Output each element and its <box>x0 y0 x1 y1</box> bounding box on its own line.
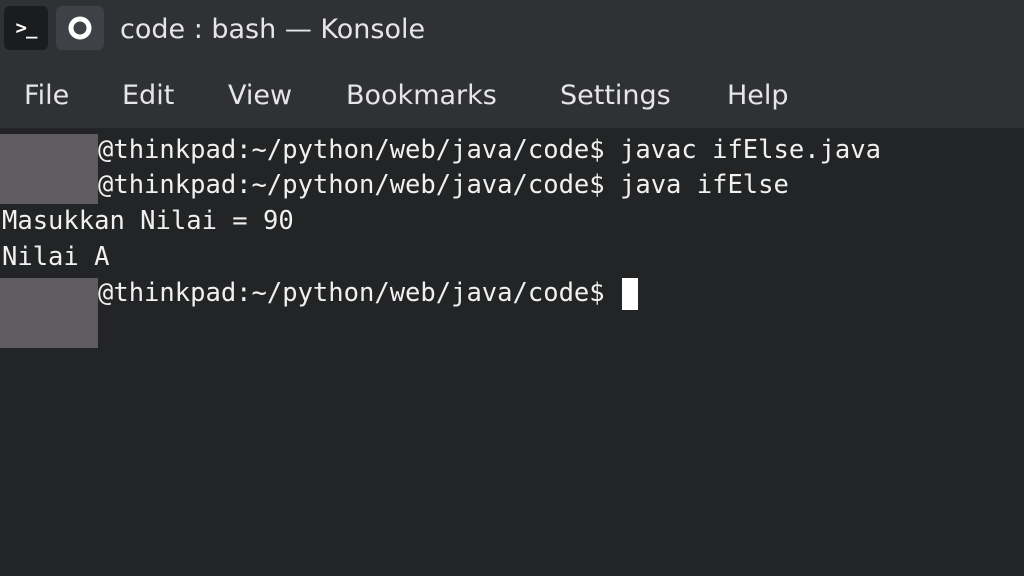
command: java ifElse <box>604 170 789 200</box>
pin-icon <box>68 16 92 40</box>
redacted-username-block <box>0 134 98 204</box>
terminal-line-2: @thinkpad:~/python/web/java/code$ java i… <box>98 167 789 203</box>
output-text: Nilai A <box>2 242 110 272</box>
output-text: Masukkan Nilai = 90 <box>2 206 294 236</box>
prompt: @thinkpad:~/python/web/java/code$ <box>98 278 605 308</box>
terminal-line-4: Nilai A <box>2 239 109 275</box>
redacted-username-block <box>0 278 98 348</box>
prompt: @thinkpad:~/python/web/java/code$ <box>98 170 605 200</box>
window-title: code : bash — Konsole <box>120 14 426 45</box>
menu-bookmarks[interactable]: Bookmarks <box>346 76 497 116</box>
menu-settings[interactable]: Settings <box>560 76 671 116</box>
text-cursor <box>622 278 638 310</box>
terminal-line-5: @thinkpad:~/python/web/java/code$ <box>98 275 638 311</box>
menu-file[interactable]: File <box>24 76 69 116</box>
menu-view[interactable]: View <box>228 76 292 116</box>
terminal-line-3: Masukkan Nilai = 90 <box>2 203 294 239</box>
konsole-window: >_ code : bash — Konsole File Edit View … <box>0 0 1024 576</box>
terminal-output[interactable]: @thinkpad:~/python/web/java/code$ javac … <box>0 128 1024 576</box>
prompt: @thinkpad:~/python/web/java/code$ <box>98 135 605 165</box>
menu-edit[interactable]: Edit <box>122 76 174 116</box>
command: javac ifElse.java <box>604 135 881 165</box>
title-bar[interactable]: >_ code : bash — Konsole <box>0 0 1024 64</box>
terminal-line-1: @thinkpad:~/python/web/java/code$ javac … <box>98 132 881 168</box>
menu-help[interactable]: Help <box>727 76 789 116</box>
pin-button[interactable] <box>56 6 104 50</box>
menu-bar: File Edit View Bookmarks Settings Help <box>0 64 1024 128</box>
command <box>605 278 620 308</box>
terminal-icon[interactable]: >_ <box>4 6 48 50</box>
